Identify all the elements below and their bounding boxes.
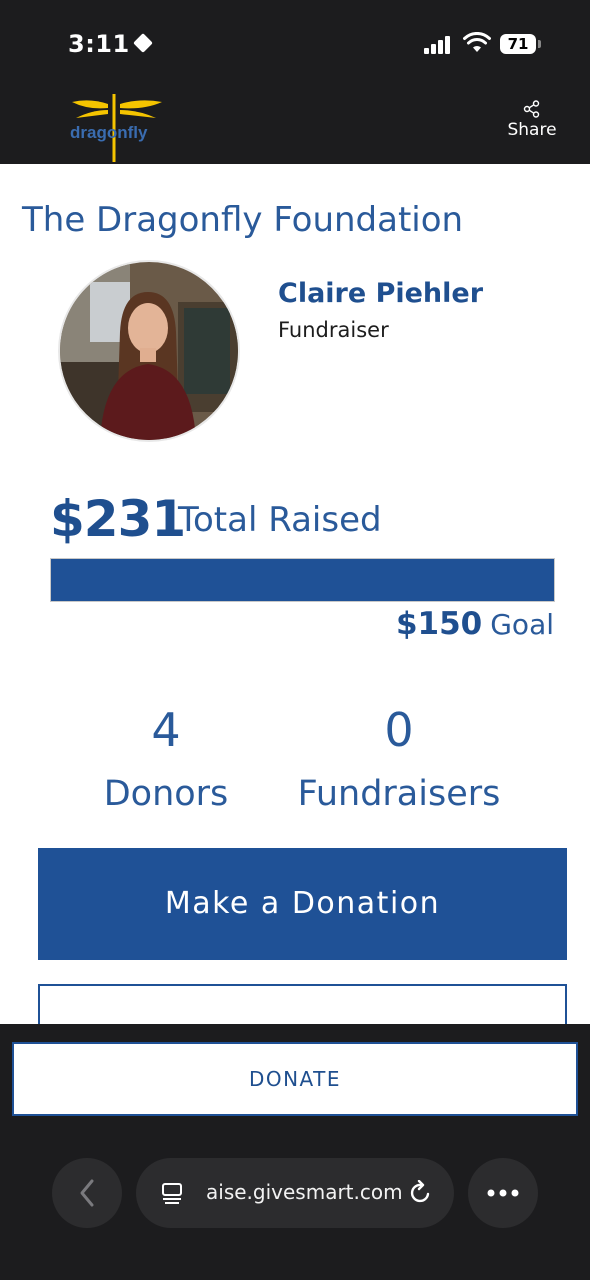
url-text: aise.givesmart.com [206, 1180, 403, 1204]
total-raised-label: Total Raised [178, 500, 382, 540]
reload-icon[interactable] [408, 1180, 434, 1206]
status-time: 3:11 [68, 30, 153, 58]
dragonfly-logo[interactable]: dragonfly [68, 88, 168, 164]
share-icon [523, 100, 540, 118]
browser-bottom-area: DONATE aise.givesmart.com [0, 1024, 590, 1280]
status-bar: 3:11 71 [0, 0, 590, 84]
ellipsis-icon [487, 1189, 519, 1197]
total-raised-amount: $231 [50, 490, 186, 548]
tab-overview-icon [162, 1183, 182, 1204]
address-bar[interactable]: aise.givesmart.com [136, 1158, 454, 1228]
battery-indicator: 71 [500, 34, 541, 54]
donate-button[interactable]: DONATE [12, 1042, 578, 1116]
page-title: The Dragonfly Foundation [22, 200, 464, 240]
cellular-signal-icon [424, 36, 454, 54]
donors-stat: 4 Donors [86, 698, 246, 826]
make-donation-button[interactable]: Make a Donation [38, 848, 567, 960]
app-header: dragonfly Share [0, 84, 590, 165]
goal-amount: $150 [395, 606, 483, 642]
goal-label: Goal [490, 608, 554, 641]
chevron-left-icon [80, 1179, 94, 1207]
share-label: Share [507, 120, 557, 140]
progress-bar-fill [51, 559, 554, 601]
secondary-action-button[interactable] [38, 984, 567, 1024]
back-button[interactable] [52, 1158, 122, 1228]
logo-wordmark: dragonfly [70, 123, 148, 142]
donors-label: Donors [103, 774, 229, 814]
fundraisers-label: Fundraisers [297, 774, 501, 814]
fundraiser-avatar [60, 262, 238, 440]
wifi-icon [463, 32, 491, 52]
fundraiser-name[interactable]: Claire Piehler [278, 278, 483, 309]
location-icon [132, 33, 153, 53]
more-options-button[interactable] [468, 1158, 538, 1228]
share-button[interactable]: Share [500, 100, 564, 140]
donors-count: 4 [151, 703, 181, 757]
goal-row: $150 Goal [396, 606, 554, 642]
fundraising-progress-bar [50, 558, 555, 602]
fundraisers-stat: 0 Fundraisers [284, 698, 514, 826]
fundraiser-role: Fundraiser [278, 318, 389, 342]
campaign-page: The Dragonfly Foundation Claire Piehler … [0, 164, 590, 1024]
fundraisers-count: 0 [384, 703, 414, 757]
